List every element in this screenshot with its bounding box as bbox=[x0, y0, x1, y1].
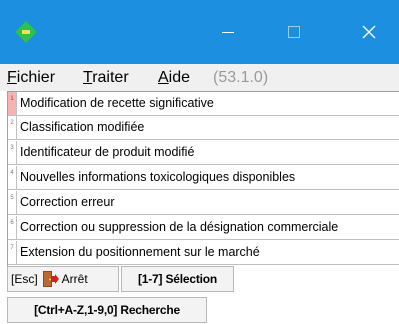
list-item[interactable]: 3 Identificateur de produit modifié bbox=[8, 141, 399, 165]
close-icon bbox=[362, 25, 376, 39]
arret-label: Arrêt bbox=[61, 272, 88, 286]
list-item-label: Correction erreur bbox=[20, 195, 115, 209]
maximize-button[interactable] bbox=[269, 0, 319, 64]
menu-aide[interactable]: Aide bbox=[158, 67, 190, 89]
list-item-label: Correction ou suppression de la désignat… bbox=[20, 220, 339, 234]
title-bar bbox=[0, 0, 399, 64]
recherche-button[interactable]: [Ctrl+A-Z,1-9,0] Recherche bbox=[7, 297, 207, 323]
menu-traiter[interactable]: Traiter bbox=[83, 67, 129, 89]
list-item[interactable]: 1 Modification de recette significative bbox=[8, 92, 399, 116]
list-item[interactable]: 2 Classification modifiée bbox=[8, 116, 399, 140]
row-number: 1 bbox=[8, 92, 17, 115]
menu-fichier[interactable]: Fichier bbox=[7, 67, 55, 89]
list-item-label: Classification modifiée bbox=[20, 120, 145, 134]
row-number: 7 bbox=[8, 241, 17, 264]
row-number: 5 bbox=[8, 191, 17, 214]
list-item[interactable]: 4 Nouvelles informations toxicologiques … bbox=[8, 166, 399, 190]
minimize-icon bbox=[222, 32, 234, 33]
list-item-label: Nouvelles informations toxicologiques di… bbox=[20, 170, 296, 184]
arret-shortcut: [Esc] bbox=[11, 272, 38, 286]
row-number: 4 bbox=[8, 166, 17, 189]
app-icon bbox=[15, 21, 37, 43]
menu-bar: Fichier Traiter Aide (53.1.0) bbox=[0, 64, 399, 91]
list-item[interactable]: 7 Extension du positionnement sur le mar… bbox=[8, 241, 399, 265]
row-number: 6 bbox=[8, 216, 17, 239]
list-item-label: Modification de recette significative bbox=[20, 96, 214, 110]
version-label: (53.1.0) bbox=[213, 69, 269, 86]
minimize-button[interactable] bbox=[203, 0, 253, 64]
arret-button[interactable]: [Esc] Arrêt bbox=[7, 266, 119, 292]
reason-list: 1 Modification de recette significative … bbox=[7, 91, 399, 266]
close-button[interactable] bbox=[344, 0, 394, 64]
exit-door-icon bbox=[42, 271, 59, 287]
row-number: 2 bbox=[8, 116, 17, 139]
list-item-label: Extension du positionnement sur le march… bbox=[20, 245, 260, 259]
maximize-icon bbox=[288, 26, 300, 38]
list-item[interactable]: 5 Correction erreur bbox=[8, 191, 399, 215]
list-item[interactable]: 6 Correction ou suppression de la désign… bbox=[8, 216, 399, 240]
row-number: 3 bbox=[8, 141, 17, 164]
list-item-label: Identificateur de produit modifié bbox=[20, 145, 195, 159]
selection-button[interactable]: [1-7] Sélection bbox=[121, 266, 234, 292]
